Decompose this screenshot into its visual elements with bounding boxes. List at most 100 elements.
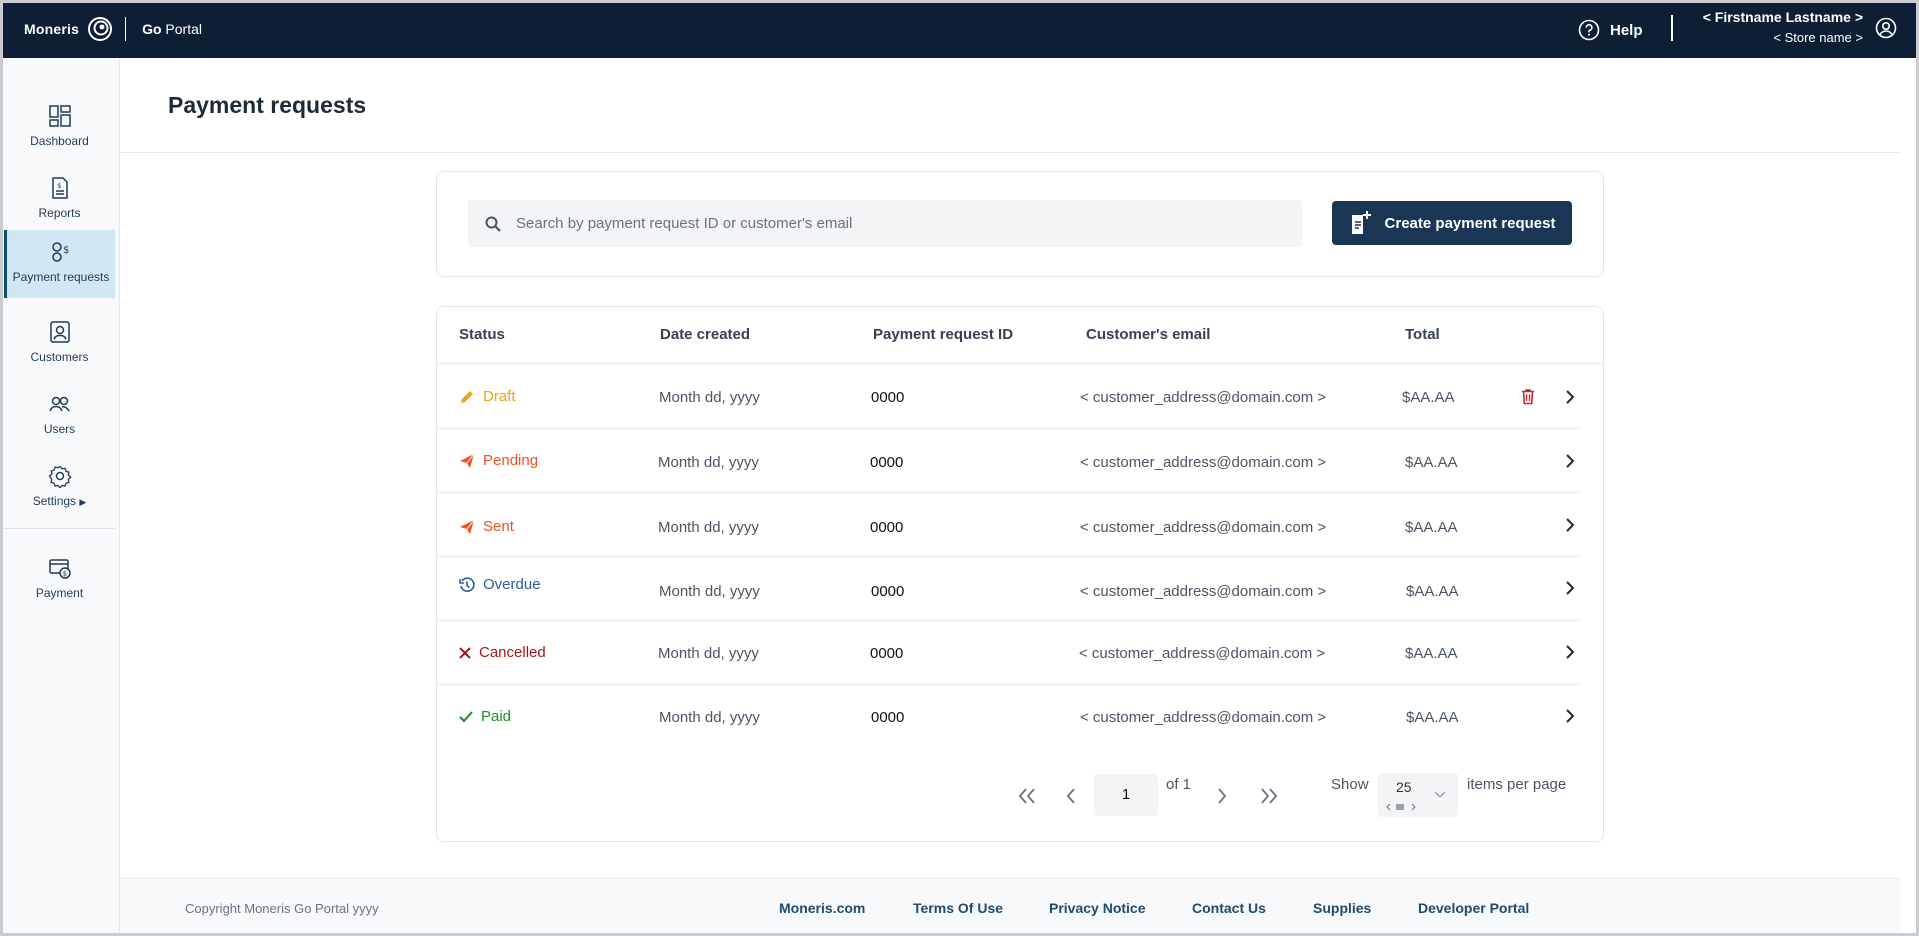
- sidebar-item-label: Payment requests: [12, 270, 110, 284]
- row-divider: [436, 492, 1579, 493]
- users-icon: [48, 396, 70, 412]
- id-cell: 0000: [870, 519, 904, 536]
- id-cell: 0000: [871, 389, 905, 406]
- user-name: < Firstname Lastname >: [1702, 9, 1863, 25]
- pencil-icon: [461, 390, 473, 403]
- status-label: Pending: [483, 452, 539, 469]
- chevron-right-icon[interactable]: [1563, 390, 1577, 404]
- gear-icon: [48, 465, 72, 488]
- previous-page-icon[interactable]: [1066, 788, 1076, 804]
- close-icon: [459, 646, 471, 659]
- chevron-right-icon[interactable]: [1563, 581, 1577, 595]
- date-cell: Month dd, yyyy: [659, 709, 760, 726]
- next-page-icon[interactable]: [1217, 788, 1227, 804]
- chevron-right-icon[interactable]: [1563, 645, 1577, 659]
- status-label: Sent: [483, 518, 514, 535]
- sidebar-item-payment-requests[interactable]: $ Payment requests: [4, 230, 115, 298]
- footer-link-terms[interactable]: Terms Of Use: [913, 900, 1003, 916]
- sidebar-item-label: Reports: [38, 206, 81, 220]
- footer-link-privacy[interactable]: Privacy Notice: [1049, 900, 1146, 916]
- status-label: Paid: [481, 708, 512, 725]
- status-label: Overdue: [483, 576, 541, 593]
- sidebar-item-customers[interactable]: Customers: [4, 310, 115, 378]
- page-number-input[interactable]: 1: [1094, 774, 1158, 816]
- payment-icon: $: [48, 559, 71, 579]
- chevron-right-icon[interactable]: [1563, 709, 1577, 723]
- sidebar-item-users[interactable]: Users: [4, 382, 115, 450]
- date-cell: Month dd, yyyy: [658, 519, 759, 536]
- column-header-total[interactable]: Total: [1405, 326, 1440, 343]
- customers-icon: [49, 321, 70, 343]
- search-input[interactable]: [514, 214, 1278, 233]
- id-cell: 0000: [870, 645, 904, 662]
- svg-text:$: $: [63, 245, 69, 256]
- items-per-page-value: 25: [1396, 779, 1412, 795]
- total-cell: $AA.AA: [1406, 583, 1459, 600]
- top-bar: Moneris Go Portal Help < Firstname Lastn…: [0, 0, 1919, 58]
- page-count: of 1: [1166, 776, 1192, 793]
- email-cell: < customer_address@domain.com >: [1079, 645, 1326, 662]
- status-paid: Paid: [459, 708, 511, 725]
- table-card: [436, 306, 1604, 842]
- sidebar-item-label: Settings: [32, 494, 77, 508]
- title-divider: [120, 152, 1900, 153]
- date-cell: Month dd, yyyy: [658, 645, 759, 662]
- product-name-rest: Portal: [161, 21, 202, 37]
- date-cell: Month dd, yyyy: [659, 583, 760, 600]
- first-page-icon[interactable]: [1018, 788, 1036, 804]
- history-icon: [459, 576, 475, 592]
- help-icon: [1578, 19, 1600, 41]
- footer-link-supplies[interactable]: Supplies: [1313, 900, 1371, 916]
- checkmark-icon: [459, 710, 473, 722]
- sidebar-divider: [4, 528, 115, 529]
- status-label: Cancelled: [479, 644, 546, 661]
- email-cell: < customer_address@domain.com >: [1080, 709, 1327, 726]
- sidebar-item-label: Payment: [35, 586, 84, 600]
- date-cell: Month dd, yyyy: [658, 454, 759, 471]
- sidebar-item-dashboard[interactable]: Dashboard: [4, 94, 115, 162]
- brand-name: Moneris: [24, 21, 80, 37]
- footer-link-moneris[interactable]: Moneris.com: [779, 900, 865, 916]
- total-cell: $AA.AA: [1402, 389, 1455, 406]
- create-payment-request-button[interactable]: Create payment request: [1332, 201, 1572, 245]
- status-label: Draft: [483, 388, 516, 405]
- items-per-page-select[interactable]: 25: [1378, 773, 1458, 817]
- column-header-date-created[interactable]: Date created: [660, 326, 750, 343]
- moneris-logo[interactable]: Moneris Go Portal: [24, 16, 202, 42]
- user-menu[interactable]: < Firstname Lastname > < Store name >: [1703, 9, 1863, 45]
- store-name: < Store name >: [1773, 30, 1863, 45]
- row-divider: [436, 620, 1579, 621]
- column-header-status[interactable]: Status: [459, 326, 505, 343]
- product-name-bold: Go: [142, 21, 162, 37]
- search-icon: [485, 216, 501, 232]
- chevron-right-icon[interactable]: [1563, 518, 1577, 532]
- add-document-icon: [1351, 211, 1371, 234]
- total-cell: $AA.AA: [1405, 519, 1458, 536]
- column-header-payment-request-id[interactable]: Payment request ID: [873, 326, 1013, 343]
- show-label: Show: [1331, 776, 1369, 793]
- page-title: Payment requests: [168, 92, 367, 118]
- email-cell: < customer_address@domain.com >: [1080, 454, 1327, 471]
- product-name: Go Portal: [142, 21, 202, 37]
- id-cell: 0000: [870, 454, 904, 471]
- user-avatar-icon[interactable]: [1875, 17, 1897, 39]
- footer-link-developer-portal[interactable]: Developer Portal: [1418, 900, 1529, 916]
- items-per-page-label: items per page: [1467, 776, 1567, 793]
- email-cell: < customer_address@domain.com >: [1080, 519, 1327, 536]
- last-page-icon[interactable]: [1260, 788, 1278, 804]
- total-cell: $AA.AA: [1405, 645, 1458, 662]
- column-header-customer-email[interactable]: Customer's email: [1086, 326, 1210, 343]
- trash-icon[interactable]: [1520, 388, 1536, 405]
- email-cell: < customer_address@domain.com >: [1080, 389, 1327, 406]
- sidebar-item-settings[interactable]: Settings ▶: [4, 454, 115, 522]
- payment-requests-icon: $: [52, 242, 69, 262]
- sidebar-item-label: Users: [43, 422, 76, 436]
- status-sent: Sent: [459, 518, 514, 535]
- search-box[interactable]: [468, 200, 1302, 247]
- sidebar-item-payment[interactable]: $ Payment: [4, 546, 115, 614]
- footer-link-contact[interactable]: Contact Us: [1192, 900, 1266, 916]
- help-button[interactable]: Help: [1578, 19, 1643, 41]
- svg-text:$: $: [57, 182, 61, 190]
- chevron-right-icon[interactable]: [1563, 454, 1577, 468]
- sidebar-item-reports[interactable]: $ Reports: [4, 166, 115, 234]
